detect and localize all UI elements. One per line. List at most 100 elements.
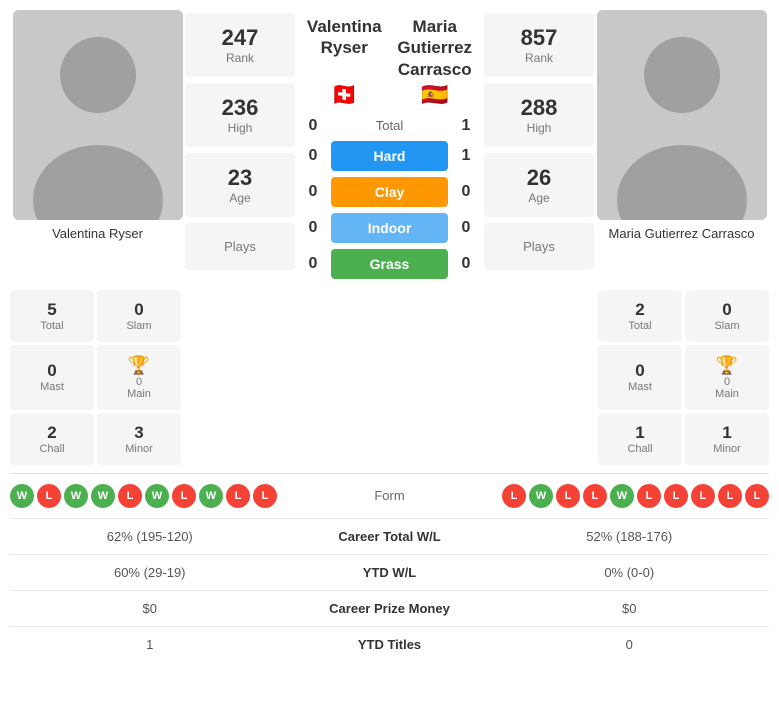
left-minor-lbl: Minor xyxy=(101,443,177,455)
right-main-lbl: Main xyxy=(715,388,739,400)
left-form-badge-7: W xyxy=(199,484,223,508)
total-right-score: 1 xyxy=(452,117,480,135)
left-name-top: Valentina Ryser xyxy=(299,16,390,80)
right-form-badge-9: L xyxy=(745,484,769,508)
left-mini-stats: 5 Total 0 Slam 0 Mast 🏆 0 Main 2 Chall 3 xyxy=(10,290,185,465)
form-label: Form xyxy=(330,488,450,503)
left-total-val: 5 xyxy=(14,300,90,320)
left-mast-val: 0 xyxy=(47,361,56,381)
right-player-photo xyxy=(597,10,767,220)
right-main-val: 0 xyxy=(724,376,730,388)
right-form-badge-4: W xyxy=(610,484,634,508)
right-form-badge-3: L xyxy=(583,484,607,508)
left-main-val: 0 xyxy=(136,376,142,388)
right-high-label: High xyxy=(496,121,582,135)
flags-row: 🇨🇭 🇪🇸 xyxy=(299,82,480,114)
left-chall-lbl: Chall xyxy=(14,443,90,455)
left-slam-block: 0 Slam xyxy=(97,290,181,342)
left-player-photo xyxy=(13,10,183,220)
left-trophy-icon: 🏆 xyxy=(128,355,150,376)
total-row: 0 Total 1 xyxy=(299,117,480,135)
right-form-badge-6: L xyxy=(664,484,688,508)
ytd-wl-left: 60% (29-19) xyxy=(10,565,290,580)
left-age-label: Age xyxy=(197,191,283,205)
right-form-badge-8: L xyxy=(718,484,742,508)
right-trophy-block: 🏆 0 Main xyxy=(685,345,769,410)
grass-right-score: 0 xyxy=(452,255,480,273)
right-flag: 🇪🇸 xyxy=(390,82,481,108)
left-slam-val: 0 xyxy=(101,300,177,320)
total-left-score: 0 xyxy=(299,117,327,135)
right-slam-lbl: Slam xyxy=(689,320,765,332)
left-total-lbl: Total xyxy=(14,320,90,332)
total-label: Total xyxy=(327,118,452,133)
left-form-badge-9: L xyxy=(253,484,277,508)
right-age-label: Age xyxy=(496,191,582,205)
career-wl-right: 52% (188-176) xyxy=(490,529,770,544)
left-minor-block: 3 Minor xyxy=(97,413,181,465)
left-form-badge-2: W xyxy=(64,484,88,508)
left-high-value: 236 xyxy=(197,95,283,121)
right-total-block: 2 Total xyxy=(598,290,682,342)
prize-right: $0 xyxy=(490,601,770,616)
left-slam-lbl: Slam xyxy=(101,320,177,332)
left-age-block: 23 Age xyxy=(185,153,295,217)
ytd-titles-left: 1 xyxy=(10,637,290,652)
hard-left-score: 0 xyxy=(299,147,327,165)
clay-row: 0 Clay 0 xyxy=(299,177,480,207)
right-form-badges: L W L L W L L L L L xyxy=(450,484,770,508)
left-high-label: High xyxy=(197,121,283,135)
clay-left-score: 0 xyxy=(299,183,327,201)
left-high-block: 236 High xyxy=(185,83,295,147)
right-trophy-icon: 🏆 xyxy=(716,355,738,376)
indoor-row: 0 Indoor 0 xyxy=(299,213,480,243)
left-minor-val: 3 xyxy=(101,423,177,443)
center-column: Valentina Ryser Maria Gutierrez Carrasco… xyxy=(295,10,484,282)
grass-left-score: 0 xyxy=(299,255,327,273)
prize-left: $0 xyxy=(10,601,290,616)
hard-right-score: 1 xyxy=(452,147,480,165)
left-mast-lbl: Mast xyxy=(40,381,64,393)
right-player-name-below: Maria Gutierrez Carrasco xyxy=(609,226,755,241)
right-stats-column: 857 Rank 288 High 26 Age Plays xyxy=(484,10,594,273)
left-rank-block: 247 Rank xyxy=(185,13,295,77)
right-form-badge-2: L xyxy=(556,484,580,508)
right-slam-block: 0 Slam xyxy=(685,290,769,342)
right-plays-label: Plays xyxy=(500,239,578,254)
left-mast-block: 0 Mast xyxy=(10,345,94,410)
grass-button: Grass xyxy=(331,249,448,279)
names-row: Valentina Ryser Maria Gutierrez Carrasco xyxy=(299,10,480,82)
left-plays-block: Plays xyxy=(185,223,295,270)
form-row: W L W W L W L W L L Form L W L L W L L xyxy=(10,484,769,508)
left-form-badge-6: L xyxy=(172,484,196,508)
right-chall-block: 1 Chall xyxy=(598,413,682,465)
right-chall-lbl: Chall xyxy=(602,443,678,455)
hard-button: Hard xyxy=(331,141,448,171)
left-age-value: 23 xyxy=(197,165,283,191)
left-form-badge-0: W xyxy=(10,484,34,508)
indoor-left-score: 0 xyxy=(299,219,327,237)
right-minor-block: 1 Minor xyxy=(685,413,769,465)
ytd-titles-row: 1 YTD Titles 0 xyxy=(10,626,769,662)
clay-right-score: 0 xyxy=(452,183,480,201)
career-wl-label: Career Total W/L xyxy=(290,529,490,544)
left-form-badges: W L W W L W L W L L xyxy=(10,484,330,508)
left-form-badge-5: W xyxy=(145,484,169,508)
left-rank-label: Rank xyxy=(197,51,283,65)
right-high-block: 288 High xyxy=(484,83,594,147)
career-wl-left: 62% (195-120) xyxy=(10,529,290,544)
main-container: Valentina Ryser 247 Rank 236 High 23 Age… xyxy=(0,0,779,672)
right-form-badge-1: W xyxy=(529,484,553,508)
left-form-badge-3: W xyxy=(91,484,115,508)
ytd-titles-label: YTD Titles xyxy=(290,637,490,652)
right-age-block: 26 Age xyxy=(484,153,594,217)
right-mast-block: 0 Mast xyxy=(598,345,682,410)
grass-row: 0 Grass 0 xyxy=(299,249,480,279)
prize-label: Career Prize Money xyxy=(290,601,490,616)
form-section: W L W W L W L W L L Form L W L L W L L xyxy=(10,473,769,518)
right-total-val: 2 xyxy=(602,300,678,320)
ytd-wl-label: YTD W/L xyxy=(290,565,490,580)
left-form-badge-8: L xyxy=(226,484,250,508)
right-age-value: 26 xyxy=(496,165,582,191)
prize-money-row: $0 Career Prize Money $0 xyxy=(10,590,769,626)
